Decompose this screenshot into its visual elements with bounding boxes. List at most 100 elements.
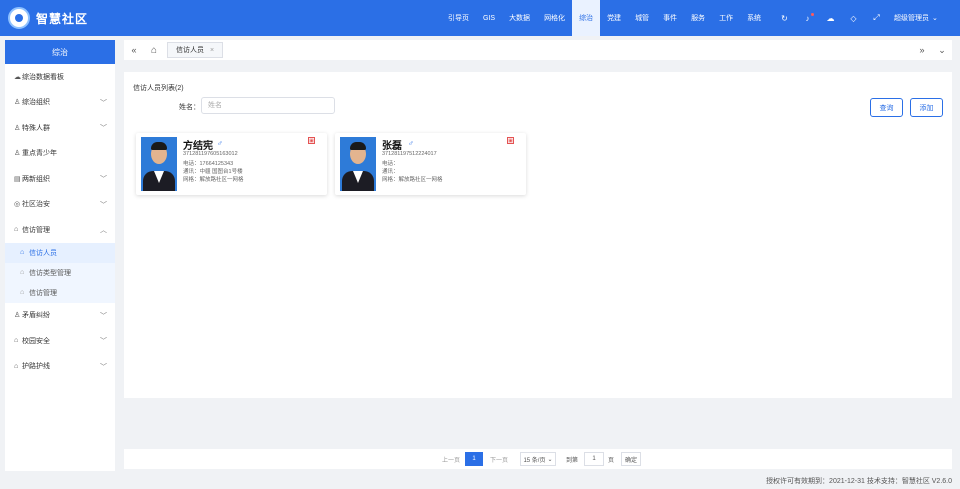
sidebar-title: 综治 <box>5 40 115 64</box>
home-icon: ⌂ <box>20 269 25 276</box>
chevron-down-icon: ﹀ <box>100 363 107 371</box>
refresh-icon[interactable]: ↻ <box>778 12 791 25</box>
sidebar-item[interactable]: ☁ 综治数据看板 <box>5 64 115 90</box>
person-id-number: 371281197605163012 <box>183 151 238 157</box>
nav-party[interactable]: 党建 <box>600 0 628 36</box>
footer: 授权许可有效期到：2021-12-31 技术支持：智慧社区 V2.6.0 <box>0 471 960 489</box>
person-address: 通讯：中疆 国图台1号楼 <box>183 169 243 175</box>
chevron-down-icon: ﹀ <box>100 201 107 209</box>
sidebar-item[interactable]: ◎ 社区治安 ﹀ <box>5 192 115 218</box>
chevron-down-icon: ⌄ <box>932 15 938 22</box>
content-panel: 信访人员列表(2) 姓名： 查询 添加 方结宪 ♂ ▣ 371281197605… <box>124 72 952 398</box>
sidebar-item-label: 校园安全 <box>22 337 50 345</box>
list-title: 信访人员列表(2) <box>133 85 184 92</box>
scroll-right-icon[interactable]: » <box>912 40 932 60</box>
sidebar-item[interactable]: ♙ 矛盾纠纷 ﹀ <box>5 303 115 329</box>
tab-petitioners[interactable]: 信访人员 × <box>167 42 224 58</box>
sidebar-item[interactable]: ▤ 两新组织 ﹀ <box>5 166 115 192</box>
sidebar-item-label: 信访管理 <box>22 226 50 234</box>
goto-confirm-button[interactable]: 确定 <box>621 452 641 466</box>
tag-icon[interactable]: ◇ <box>847 12 860 25</box>
person-card[interactable]: 方结宪 ♂ ▣ 371281197605163012 电话：1766412534… <box>136 133 327 195</box>
person-photo <box>340 137 376 191</box>
sidebar-item[interactable]: ♙ 综治组织 ﹀ <box>5 90 115 116</box>
sidebar-item-label: 矛盾纠纷 <box>22 312 50 320</box>
delete-icon[interactable]: ▣ <box>308 137 315 144</box>
search-button[interactable]: 查询 <box>870 98 903 117</box>
nav-system[interactable]: 系统 <box>740 0 768 36</box>
footer-text: 授权许可有效期到：2021-12-31 技术支持：智慧社区 V2.6.0 <box>766 478 952 485</box>
male-icon: ♂ <box>408 139 414 148</box>
nav-events[interactable]: 事件 <box>656 0 684 36</box>
delete-icon[interactable]: ▣ <box>507 137 514 144</box>
person-card[interactable]: 张磊 ♂ ▣ 371281197512224017 电话： 通讯： 网格：解放路… <box>335 133 526 195</box>
sidebar-item[interactable]: ♙ 重点青少年 <box>5 141 115 167</box>
nav-city[interactable]: 城管 <box>628 0 656 36</box>
tab-bar: « ⌂ 信访人员 × » ⌄ <box>124 40 952 60</box>
main-nav: 引导页 GIS 大数据 网格化 综治 党建 城管 事件 服务 工作 系统 <box>441 0 768 36</box>
goto-prefix: 到第 <box>565 457 578 464</box>
brand[interactable]: 智慧社区 <box>8 6 88 30</box>
page-1-button[interactable]: 1 <box>465 452 483 466</box>
chevron-down-icon[interactable]: ⌄ <box>932 40 952 60</box>
chevron-down-icon: ﹀ <box>100 312 107 320</box>
person-phone: 电话： <box>382 161 399 167</box>
dashboard-icon: ☁ <box>14 73 21 81</box>
sidebar-item-label: 社区治安 <box>22 201 50 209</box>
sidebar-subitem[interactable]: ⌂ 信访人员 <box>5 242 115 263</box>
sidebar-item[interactable]: ⌂ 校园安全 ﹀ <box>5 328 115 354</box>
nav-guide[interactable]: 引导页 <box>441 0 476 36</box>
page-size-select[interactable]: 15 条/页 ⌄ <box>520 452 556 466</box>
user-name: 超级管理员 <box>894 15 929 22</box>
fullscreen-icon[interactable]: ⤢ <box>870 12 883 25</box>
sidebar-subitem-label: 信访类型管理 <box>29 269 71 277</box>
nav-service[interactable]: 服务 <box>684 0 712 36</box>
user-icon: ♙ <box>14 99 21 107</box>
sidebar-item[interactable]: ⌂ 护路护线 ﹀ <box>5 354 115 380</box>
person-name: 张磊 <box>382 141 402 152</box>
name-filter-label: 姓名： <box>179 104 200 111</box>
top-navbar: 智慧社区 引导页 GIS 大数据 网格化 综治 党建 城管 事件 服务 工作 系统 ↻ ♪ ☁ ◇ … <box>0 0 960 36</box>
bell-icon[interactable]: ♪ <box>801 12 814 25</box>
sidebar-subitem-label: 信访人员 <box>29 249 57 257</box>
sidebar-item-label: 重点青少年 <box>22 150 57 158</box>
close-icon[interactable]: × <box>210 47 214 54</box>
person-address: 通讯： <box>382 169 399 175</box>
male-icon: ♂ <box>217 139 223 148</box>
nav-work[interactable]: 工作 <box>712 0 740 36</box>
goto-suffix: 页 <box>607 457 614 464</box>
nav-governance[interactable]: 综治 <box>572 0 601 36</box>
goto-page-input[interactable]: 1 <box>584 452 604 466</box>
sidebar-subitem-label: 信访管理 <box>29 289 57 297</box>
user-icon: ♙ <box>14 150 21 158</box>
person-phone: 电话：17664125343 <box>183 161 234 167</box>
person-photo <box>141 137 177 191</box>
chat-icon[interactable]: ☁ <box>824 12 837 25</box>
sidebar-item-label: 综治数据看板 <box>22 73 64 81</box>
user-menu[interactable]: 超级管理员 ⌄ <box>894 0 938 36</box>
chevron-down-icon: ﹀ <box>100 176 107 183</box>
logo-icon <box>8 7 30 29</box>
sidebar-subitem[interactable]: ⌂ 信访管理 <box>5 282 115 303</box>
name-search-input[interactable] <box>201 97 335 114</box>
home-icon: ⌂ <box>14 362 19 370</box>
home-icon: ⌂ <box>20 289 25 296</box>
sidebar-item[interactable]: ⌂ 信访管理 ︿ <box>5 217 115 243</box>
sidebar-item-label: 特殊人群 <box>22 124 50 132</box>
sidebar: 综治 ☁ 综治数据看板 ♙ 综治组织 ﹀ ♙ 特殊人群 ﹀ ♙ 重点青少年 ▤ 两新组织 ﹀ ◎ 社区治安 ﹀… <box>5 40 115 489</box>
next-page-button[interactable]: 下一页 <box>487 452 511 466</box>
nav-bigdata[interactable]: 大数据 <box>502 0 537 36</box>
person-id-number: 371281197512224017 <box>382 151 437 157</box>
home-icon: ⌂ <box>14 337 19 345</box>
prev-page-button[interactable]: 上一页 <box>439 452 463 466</box>
person-grid: 网格：解放路社区一网格 <box>382 177 443 183</box>
sidebar-item[interactable]: ♙ 特殊人群 ﹀ <box>5 115 115 141</box>
person-name: 方结宪 <box>183 141 213 152</box>
add-button[interactable]: 添加 <box>910 98 943 117</box>
home-icon[interactable]: ⌂ <box>144 40 164 60</box>
sidebar-subitem[interactable]: ⌂ 信访类型管理 <box>5 262 115 283</box>
nav-gis[interactable]: GIS <box>476 0 502 36</box>
nav-grid[interactable]: 网格化 <box>537 0 572 36</box>
scroll-left-icon[interactable]: « <box>124 40 144 60</box>
user-icon: ♙ <box>14 312 21 320</box>
